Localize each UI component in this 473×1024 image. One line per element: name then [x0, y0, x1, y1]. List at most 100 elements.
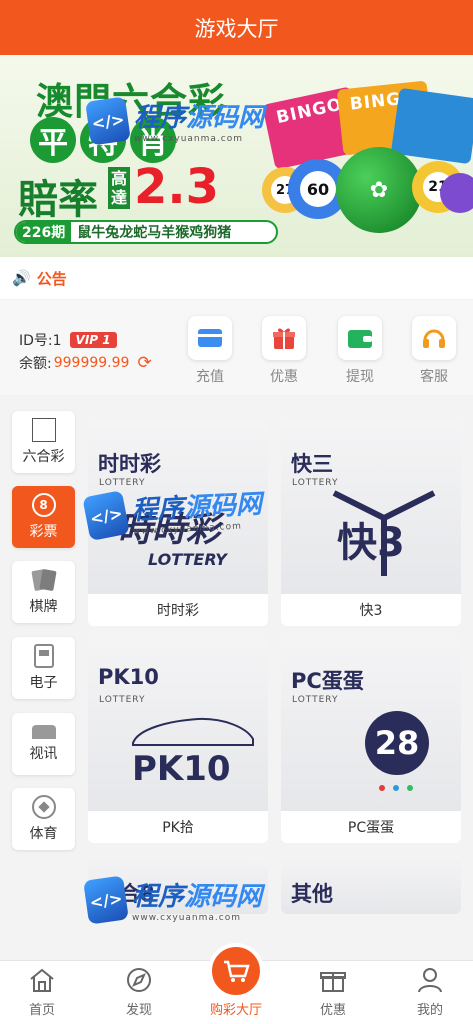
game-card-pk10[interactable]: PK10 LOTTERY PK10 PK拾 [88, 639, 268, 843]
game-label: PC蛋蛋 [347, 820, 395, 836]
account-id: ID号:1 VIP 1 [19, 330, 117, 350]
headset-icon [412, 316, 456, 360]
sidebar-item-label: 棋牌 [29, 599, 58, 615]
sidebar-item-liuhecai[interactable]: 六合彩 [12, 411, 75, 473]
id-label: ID号:1 [19, 333, 62, 349]
game-card-shishicai[interactable]: 时时彩 LOTTERY 時時彩 LOTTERY 时时彩 [88, 422, 268, 626]
page-title: 游戏大厅 [194, 16, 279, 41]
notice-bar[interactable]: 🔊 公告 [0, 257, 473, 299]
slot-machine-icon [33, 644, 54, 668]
gift-icon [262, 316, 306, 360]
game-image: 快三 LOTTERY 快3 [281, 422, 461, 594]
game-subtitle: LOTTERY [292, 478, 339, 488]
banner-zodiac-bar: 226期 鼠牛兔龙蛇马羊猴鸡狗猪 [14, 220, 278, 244]
cards-icon [30, 568, 57, 592]
sidebar-item-label: 体育 [29, 826, 58, 842]
nav-mine[interactable]: 我的 [390, 967, 470, 1018]
nav-label: 发现 [125, 1003, 152, 1018]
vip-badge: VIP 1 [69, 332, 117, 348]
soccer-icon [31, 795, 56, 819]
game-art-sub: LOTTERY [148, 550, 227, 569]
game-title: 其他 [291, 882, 333, 906]
game-image: 其他 [281, 856, 461, 914]
game-art-text: 時時彩 [118, 510, 220, 550]
banner-odds-badge: 高達 [108, 167, 130, 209]
game-subtitle: LOTTERY [99, 695, 146, 705]
ball-28-icon: 28 [365, 711, 429, 775]
nav-label: 我的 [416, 1003, 443, 1018]
lottery-cart-icon[interactable] [208, 943, 264, 999]
game-label: 时时彩 [157, 603, 199, 619]
bingo-card [390, 87, 473, 165]
sidebar-item-label: 电子 [29, 675, 58, 691]
sidebar-item-video[interactable]: 视讯 [12, 713, 75, 775]
balance-value: 999999.99 [53, 355, 130, 371]
bottom-nav: 首页 发现 购彩大厅 优惠 我的 [0, 943, 473, 1024]
app-header: 游戏大厅 [0, 0, 473, 55]
sidebar-item-sports[interactable]: 体育 [12, 788, 75, 850]
banner-char: 平 [30, 117, 76, 163]
promo-label: 优惠 [270, 369, 298, 385]
game-card-kuaisan[interactable]: 快三 LOTTERY 快3 快3 [281, 422, 461, 626]
game-label: 快3 [359, 603, 383, 619]
sidebar-item-label: 六合彩 [22, 449, 65, 465]
banner-char: 肖 [130, 117, 176, 163]
game-card-pcdandan[interactable]: PC蛋蛋 LOTTERY 28 PC蛋蛋 [281, 639, 461, 843]
game-title: 时时彩 [98, 452, 161, 476]
ball-number: 28 [374, 724, 420, 762]
sidebar-item-label: 彩票 [29, 524, 58, 540]
sidebar-item-label: 视讯 [29, 746, 58, 762]
ball-number: 60 [300, 171, 336, 207]
game-label: PK拾 [162, 820, 194, 836]
account-panel: ID号:1 VIP 1 余额: 999999.99 ⟳ 充值 优惠 提现 客服 [0, 300, 473, 395]
banner-odds-value: 2.3 [134, 159, 220, 215]
game-title: PC蛋蛋 [291, 669, 364, 693]
notice-label: 公告 [36, 269, 67, 288]
banner-issue: 226期 [16, 222, 72, 242]
nav-lottery-hall[interactable]: 购彩大厅 [196, 997, 276, 1018]
banner-chars: 平 特 肖 [30, 117, 176, 163]
gift-icon [320, 972, 346, 992]
nav-label: 优惠 [319, 1003, 346, 1018]
watermark-url: www.cxyuanma.com [132, 913, 242, 923]
game-subtitle: LOTTERY [292, 695, 339, 705]
video-icon [31, 725, 56, 739]
withdraw-label: 提现 [346, 369, 374, 385]
color-dots [379, 785, 413, 791]
game-subtitle: LOTTERY [99, 478, 146, 488]
home-icon [30, 968, 54, 992]
nav-label: 首页 [28, 1003, 55, 1018]
refresh-icon[interactable]: ⟳ [137, 353, 151, 373]
banner-zodiac: 鼠牛兔龙蛇马羊猴鸡狗猪 [77, 225, 232, 241]
square-icon [31, 418, 56, 442]
promo-button[interactable]: 优惠 [258, 316, 310, 386]
nav-promo[interactable]: 优惠 [293, 967, 373, 1018]
sidebar-item-lottery[interactable]: 8 彩票 [12, 486, 75, 548]
lotus-icon: ✿ [369, 177, 389, 203]
game-card-liuhe[interactable]: 六合8 [88, 856, 268, 914]
game-title: 六合8 [98, 882, 155, 906]
promo-banner[interactable]: 澳門六合彩 平 特 肖 賠率 高達 2.3 226期 鼠牛兔龙蛇马羊猴鸡狗猪 B… [0, 55, 473, 257]
withdraw-button[interactable]: 提现 [334, 316, 386, 386]
nav-home[interactable]: 首页 [2, 967, 82, 1018]
balance-line: 余额: 999999.99 ⟳ [19, 353, 152, 373]
game-image: 时时彩 LOTTERY 時時彩 LOTTERY [88, 422, 268, 594]
race-car-icon [132, 717, 254, 746]
nav-discover[interactable]: 发现 [99, 967, 179, 1018]
user-icon [418, 968, 442, 993]
game-image: PC蛋蛋 LOTTERY 28 [281, 639, 461, 811]
game-card-other[interactable]: 其他 [281, 856, 461, 914]
sidebar-item-cards[interactable]: 棋牌 [12, 561, 75, 623]
game-art-text: PK10 [132, 749, 231, 789]
support-button[interactable]: 客服 [408, 316, 460, 386]
banner-odds-prefix: 賠率 [18, 177, 98, 223]
recharge-button[interactable]: 充值 [184, 316, 236, 386]
game-image: 六合8 [88, 856, 268, 914]
wallet-icon [338, 316, 382, 360]
nav-label: 购彩大厅 [209, 1003, 262, 1018]
game-title: PK10 [98, 665, 159, 689]
game-image: PK10 LOTTERY PK10 [88, 639, 268, 811]
sidebar-item-electronic[interactable]: 电子 [12, 637, 75, 699]
recharge-label: 充值 [196, 369, 224, 385]
game-title: 快三 [291, 452, 333, 476]
